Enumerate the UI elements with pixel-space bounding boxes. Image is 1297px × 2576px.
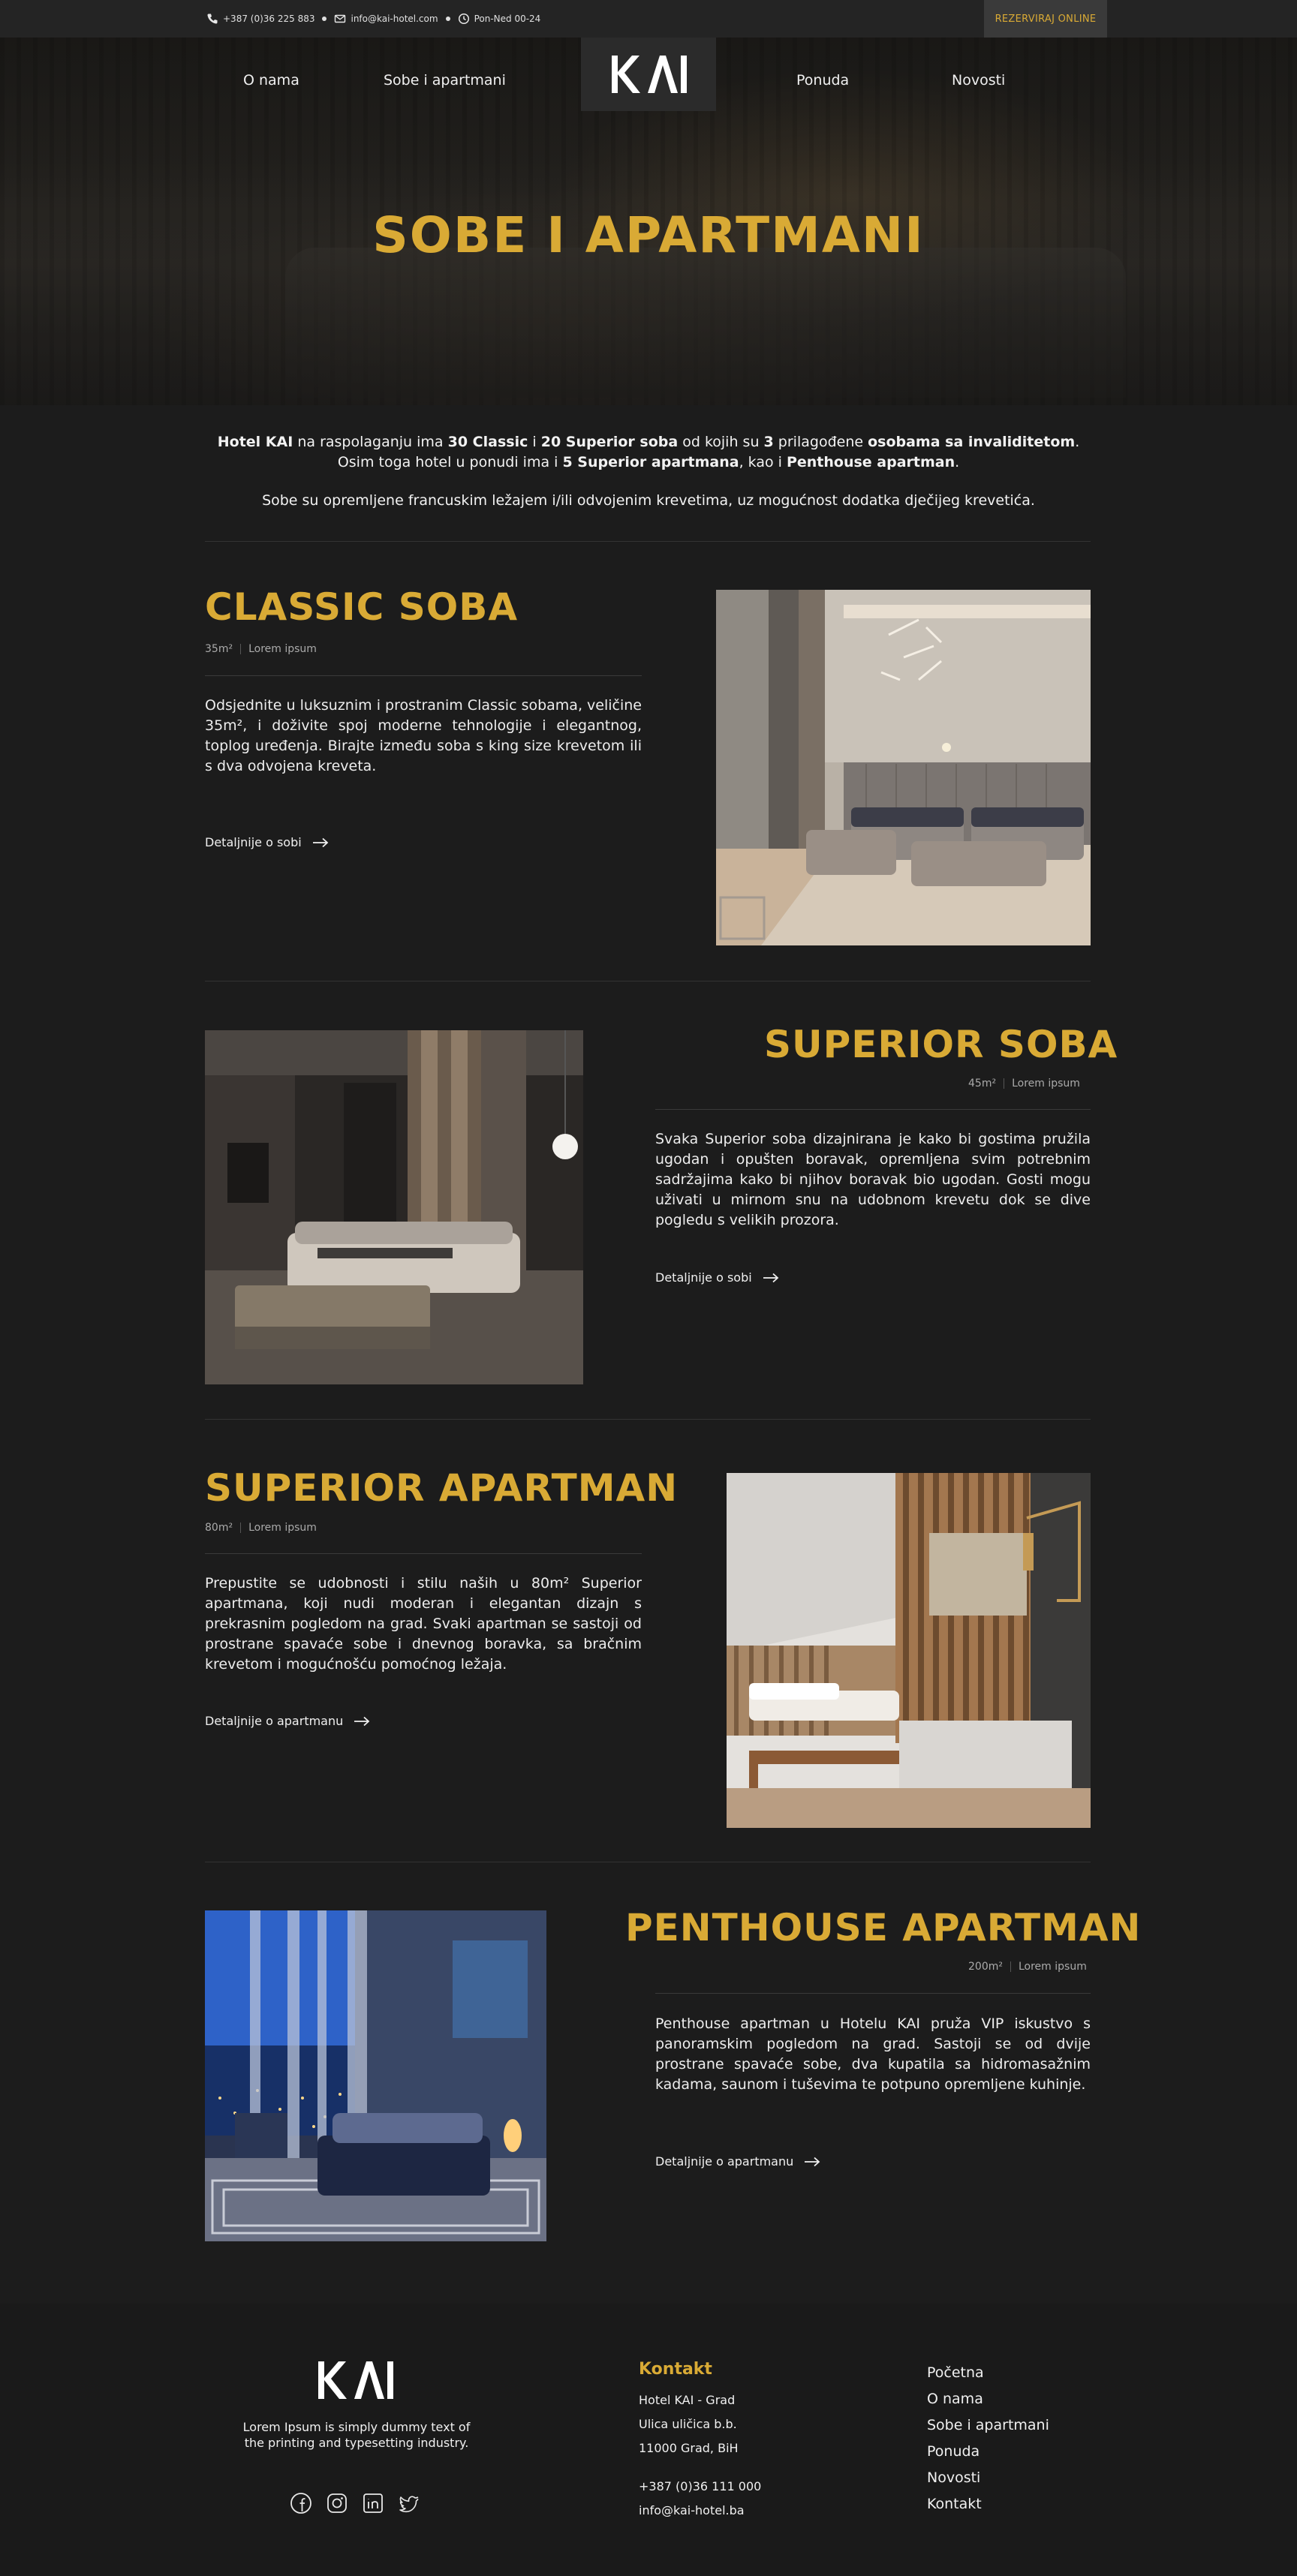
intro-text: Hotel KAI na raspolaganju ima 30 Classic… — [195, 432, 1102, 511]
mail-icon — [335, 14, 346, 23]
room-details-link-classic[interactable]: Detaljnije o sobi — [205, 835, 329, 849]
footer-link-offer[interactable]: Ponuda — [927, 2443, 980, 2460]
room-photo-superior-apartment — [727, 1473, 1091, 1828]
room-tag: Lorem ipsum — [1012, 1078, 1080, 1090]
room-size: 35m² — [205, 643, 233, 655]
room-meta-penthouse: 200m² Lorem ipsum — [968, 1961, 1087, 1973]
linkedin-link[interactable] — [361, 2491, 385, 2515]
room-size: 45m² — [968, 1078, 997, 1090]
room-details-link-penthouse[interactable]: Detaljnije o apartmanu — [655, 2154, 820, 2169]
room-details-link-superior[interactable]: Detaljnije o sobi — [655, 1270, 779, 1285]
footer-tagline: Lorem Ipsum is simply dummy text of the … — [242, 2420, 471, 2450]
twitter-link[interactable] — [397, 2491, 421, 2515]
footer-email-link[interactable]: info@kai-hotel.ba — [639, 2503, 745, 2517]
title-rule — [205, 675, 642, 676]
title-rule — [655, 1993, 1091, 1994]
footer-address-line: 11000 Grad, BiH — [639, 2441, 739, 2455]
facebook-link[interactable] — [289, 2491, 313, 2515]
room-photo-penthouse — [205, 1910, 546, 2241]
facebook-icon — [290, 2493, 311, 2514]
reserve-online-button[interactable]: REZERVIRAJ ONLINE — [984, 0, 1107, 38]
clock-icon — [458, 13, 469, 25]
footer-logo[interactable] — [314, 2358, 396, 2405]
details-link-label: Detaljnije o apartmanu — [655, 2154, 794, 2169]
hours-text: Pon-Ned 00-24 — [474, 14, 541, 24]
footer-contact-heading: Kontakt — [639, 2360, 712, 2379]
email-item[interactable]: info@kai-hotel.com — [334, 13, 438, 25]
room-tag: Lorem ipsum — [248, 643, 317, 655]
footer-address-line: Hotel KAI - Grad — [639, 2393, 736, 2407]
room-description-classic: Odsjednite u luksuznim i prostranim Clas… — [205, 697, 642, 774]
kai-logo — [318, 2361, 393, 2399]
room-photo-classic — [716, 590, 1091, 945]
intro-line-1: Hotel KAI na raspolaganju ima 30 Classic… — [217, 434, 1080, 450]
footer-link-contact[interactable]: Kontakt — [927, 2496, 982, 2512]
footer-link-news[interactable]: Novosti — [927, 2469, 980, 2486]
room-title-penthouse: PENTHOUSE APARTMAN — [625, 1906, 1142, 1949]
details-link-label: Detaljnije o sobi — [655, 1270, 752, 1285]
room-title-classic: CLASSIC SOBA — [205, 585, 519, 629]
room-meta-classic: 35m² Lorem ipsum — [205, 643, 317, 655]
instagram-link[interactable] — [325, 2491, 349, 2515]
room-size: 80m² — [205, 1522, 233, 1534]
arrow-right-icon — [763, 1273, 779, 1282]
title-rule — [205, 1553, 642, 1554]
footer-link-rooms[interactable]: Sobe i apartmani — [927, 2417, 1049, 2433]
arrow-right-icon — [312, 837, 329, 847]
hours-item: Pon-Ned 00-24 — [458, 13, 541, 25]
twitter-icon — [399, 2496, 419, 2513]
arrow-right-icon — [354, 1716, 370, 1726]
page-title: SOBE I APARTMANI — [372, 206, 925, 264]
footer-address-line: Ulica uličica b.b. — [639, 2417, 737, 2431]
footer-phone-link[interactable]: +387 (0)36 111 000 — [639, 2479, 761, 2493]
top-bar: +387 (0)36 225 883 info@kai-hotel.com Po… — [0, 0, 1297, 38]
title-rule — [655, 1109, 1091, 1110]
room-details-link-superior-apartment[interactable]: Detaljnije o apartmanu — [205, 1714, 370, 1728]
meta-separator — [1010, 1961, 1011, 1972]
room-title-superior-apartment: SUPERIOR APARTMAN — [205, 1466, 679, 1510]
footer — [0, 2304, 1297, 2576]
nav-offer[interactable]: Ponuda — [796, 72, 849, 89]
instagram-icon — [327, 2493, 347, 2513]
meta-separator — [240, 644, 242, 654]
room-description-penthouse: Penthouse apartman u Hotelu KAI pruža VI… — [655, 2015, 1091, 2093]
nav-about[interactable]: O nama — [243, 72, 299, 89]
room-description-superior: Svaka Superior soba dizajnirana je kako … — [655, 1131, 1091, 1228]
room-meta-superior: 45m² Lorem ipsum — [968, 1078, 1080, 1090]
section-divider — [205, 1419, 1091, 1420]
email-text: info@kai-hotel.com — [351, 14, 438, 24]
phone-text: +387 (0)36 225 883 — [223, 14, 315, 24]
room-description-superior-apartment: Prepustite se udobnosti i stilu naših u … — [205, 1575, 642, 1673]
logo-home-link[interactable] — [581, 38, 716, 111]
linkedin-icon — [363, 2493, 383, 2513]
footer-link-about[interactable]: O nama — [927, 2391, 983, 2407]
separator-dot — [445, 17, 450, 21]
phone-item[interactable]: +387 (0)36 225 883 — [206, 13, 314, 25]
details-link-label: Detaljnije o sobi — [205, 835, 302, 849]
separator-dot — [322, 17, 327, 21]
phone-icon — [207, 14, 218, 24]
footer-link-home[interactable]: Početna — [927, 2364, 984, 2381]
room-tag: Lorem ipsum — [248, 1522, 317, 1534]
nav-news[interactable]: Novosti — [952, 72, 1005, 89]
room-meta-superior-apartment: 80m² Lorem ipsum — [205, 1522, 317, 1534]
contact-strip: +387 (0)36 225 883 info@kai-hotel.com Po… — [206, 0, 540, 38]
section-divider — [205, 541, 1091, 542]
meta-separator — [240, 1522, 242, 1533]
arrow-right-icon — [805, 2157, 820, 2166]
intro-paragraph-2: Sobe su opremljene francuskim ležajem i/… — [262, 492, 1035, 509]
room-tag: Lorem ipsum — [1018, 1961, 1087, 1973]
room-title-superior: SUPERIOR SOBA — [764, 1023, 1118, 1066]
kai-logo — [612, 56, 687, 93]
details-link-label: Detaljnije o apartmanu — [205, 1714, 344, 1728]
room-photo-superior — [205, 1030, 583, 1384]
nav-rooms-active[interactable]: Sobe i apartmani — [384, 72, 506, 89]
room-size: 200m² — [968, 1961, 1003, 1973]
intro-line-2: Osim toga hotel u ponudi ima i 5 Superio… — [337, 454, 960, 470]
